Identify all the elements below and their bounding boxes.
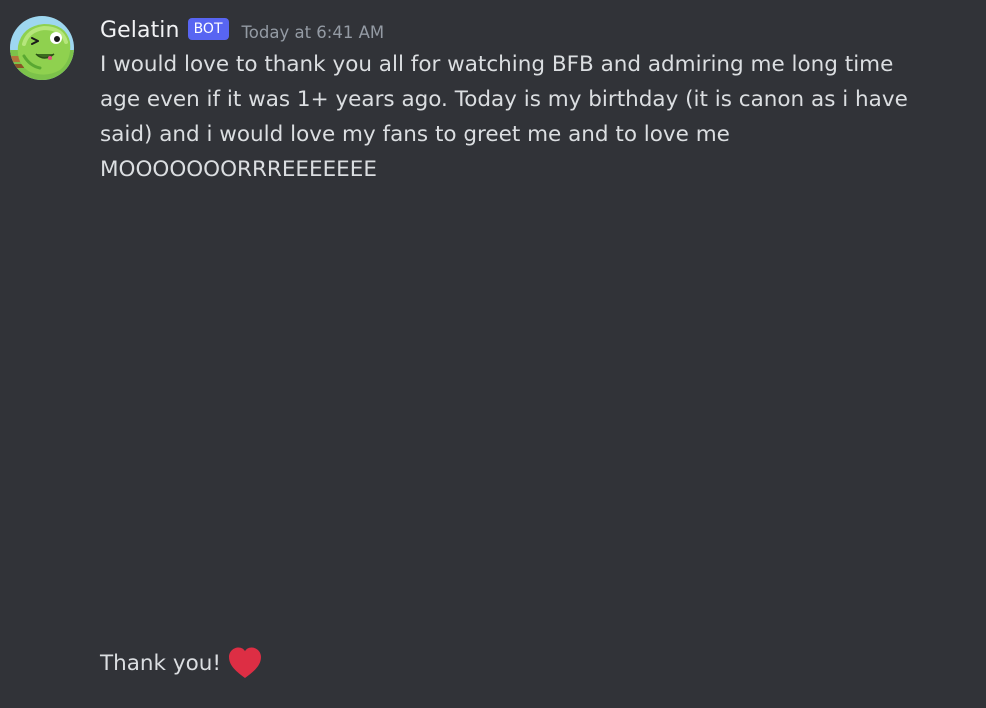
message-content: I would love to thank you all for watchi… bbox=[100, 47, 908, 187]
user-avatar[interactable] bbox=[10, 16, 74, 80]
message-closing: Thank you! bbox=[100, 643, 263, 683]
closing-text: Thank you! bbox=[100, 650, 221, 676]
message-header: Gelatin BOT Today at 6:41 AM bbox=[100, 14, 384, 46]
message-line: I would love to thank you all for watchi… bbox=[100, 52, 894, 77]
gelatin-avatar-icon bbox=[10, 16, 74, 80]
message-timestamp[interactable]: Today at 6:41 AM bbox=[242, 23, 385, 42]
message-line: age even if it was 1+ years ago. Today i… bbox=[100, 87, 908, 112]
username[interactable]: Gelatin bbox=[100, 18, 180, 43]
chat-message: Gelatin BOT Today at 6:41 AM I would lov… bbox=[0, 0, 986, 708]
message-line: MOOOOOOORRREEEEEEE bbox=[100, 157, 377, 182]
message-line: said) and i would love my fans to greet … bbox=[100, 122, 730, 147]
bot-badge: BOT bbox=[187, 18, 229, 40]
red-heart-icon[interactable] bbox=[227, 646, 263, 680]
